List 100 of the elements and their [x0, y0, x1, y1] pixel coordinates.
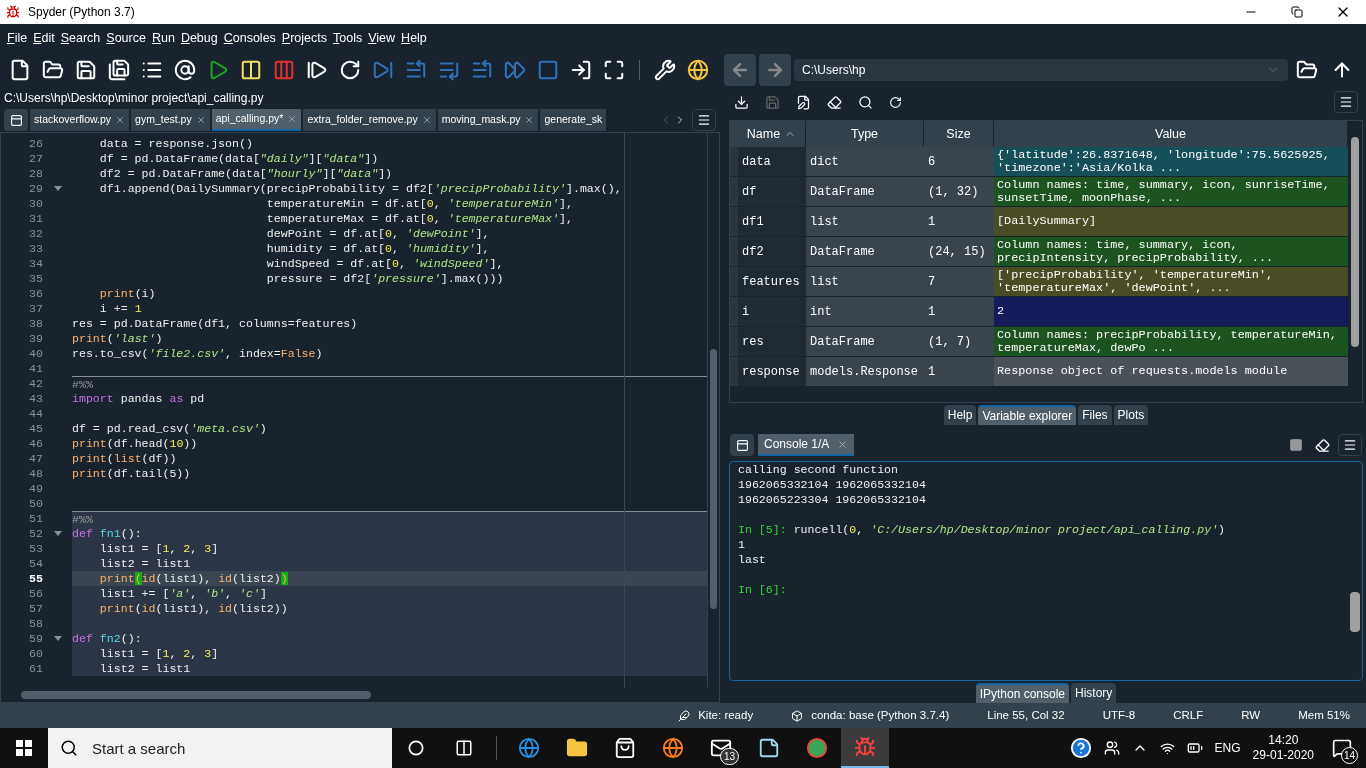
- pane-tab[interactable]: Files: [1078, 405, 1112, 425]
- clock-date[interactable]: 29-01-2020: [1252, 748, 1314, 763]
- line-number: 50: [28, 496, 43, 511]
- options-menu-button[interactable]: [1338, 434, 1362, 456]
- console-line: 1: [738, 538, 745, 551]
- eraser-icon[interactable]: [1315, 437, 1330, 453]
- line-number: 35: [28, 271, 43, 286]
- eraser-icon[interactable]: [827, 94, 842, 110]
- line-number: 61: [28, 661, 43, 676]
- run-selection-icon[interactable]: [306, 59, 328, 81]
- menu-item[interactable]: Search: [57, 28, 104, 48]
- open-folder-icon[interactable]: [1296, 59, 1318, 81]
- menu-item[interactable]: Tools: [330, 28, 366, 48]
- line-number: 51: [28, 511, 43, 526]
- line-number: 29: [28, 181, 43, 196]
- editor-tab[interactable]: gym_test.py: [131, 109, 210, 131]
- browse-tabs-button[interactable]: [4, 109, 28, 131]
- line-number: 36: [28, 286, 43, 301]
- scrollbar-thumb[interactable]: [21, 691, 371, 699]
- table-cell: (24, 15): [924, 237, 994, 266]
- fold-arrow-icon[interactable]: [53, 636, 62, 641]
- close-icon[interactable]: [115, 115, 126, 125]
- forward-button[interactable]: [759, 54, 791, 86]
- console-line: 1962065332104 1962065332104: [738, 478, 926, 491]
- menu-item[interactable]: Source: [103, 28, 149, 48]
- table-cell: (1, 32): [924, 177, 994, 206]
- table-cell: list: [806, 207, 924, 236]
- people-icon[interactable]: [1103, 740, 1120, 756]
- at-sign-icon[interactable]: [174, 59, 196, 81]
- import-data-icon[interactable]: [734, 94, 749, 110]
- close-icon[interactable]: [421, 115, 432, 125]
- line-number: 33: [28, 241, 43, 256]
- menu-item[interactable]: File: [4, 28, 31, 48]
- battery-icon[interactable]: [1186, 740, 1203, 756]
- open-folder-icon[interactable]: [42, 59, 64, 81]
- scrollbar-thumb[interactable]: [1350, 592, 1360, 632]
- code-line: df = pd.DataFrame(data["daily"]["data"]): [98, 151, 380, 166]
- save-all-icon[interactable]: [108, 59, 130, 81]
- pane-tab[interactable]: Variable explorer: [978, 405, 1077, 425]
- rerun-icon[interactable]: [339, 59, 361, 81]
- menu-icon: [1343, 438, 1357, 452]
- pane-tab[interactable]: Plots: [1113, 405, 1149, 425]
- menu-item[interactable]: Edit: [30, 28, 58, 48]
- close-icon[interactable]: [524, 115, 535, 125]
- stop-icon[interactable]: [537, 59, 559, 81]
- line-number: 26: [28, 136, 43, 151]
- search-icon[interactable]: [858, 94, 873, 110]
- editor-tab[interactable]: generate_sk: [540, 109, 607, 131]
- search-field[interactable]: Start a search: [48, 728, 392, 768]
- vertical-scrollbar[interactable]: [707, 133, 719, 688]
- line-number: 55: [28, 571, 43, 586]
- table-cell: Column names: time, summary, icon, sunriseTime, sunsetTime, moonPhase, ...: [994, 177, 1348, 206]
- line-number: 52: [28, 526, 43, 541]
- help-icon[interactable]: [1069, 737, 1092, 759]
- menu-item[interactable]: Projects: [278, 28, 331, 48]
- menu-item[interactable]: Help: [398, 28, 430, 48]
- pane-tab[interactable]: IPython console: [975, 683, 1069, 703]
- pane-tab[interactable]: Help: [943, 405, 977, 425]
- options-menu-button[interactable]: [692, 109, 716, 131]
- table-cell: models.Response: [806, 357, 924, 386]
- editor-tab[interactable]: moving_mask.py: [437, 109, 539, 131]
- language-indicator[interactable]: ENG: [1214, 739, 1241, 757]
- browse-tabs-button[interactable]: [730, 434, 754, 456]
- options-menu-button[interactable]: [1334, 91, 1358, 113]
- line-number: 31: [28, 211, 43, 226]
- menu-icon: [1339, 95, 1353, 109]
- scrollbar-thumb[interactable]: [1351, 137, 1359, 347]
- search-icon: [60, 739, 78, 757]
- menu-item[interactable]: Run: [148, 28, 178, 48]
- fullscreen-icon[interactable]: [603, 59, 625, 81]
- close-icon[interactable]: [837, 438, 849, 450]
- line-number: 37: [28, 301, 43, 316]
- back-button[interactable]: [724, 54, 756, 86]
- pane-tab[interactable]: History: [1071, 683, 1117, 703]
- stop-icon[interactable]: [1289, 438, 1303, 452]
- clock-time[interactable]: 14:20: [1268, 733, 1299, 748]
- fold-arrow-icon[interactable]: [53, 186, 62, 191]
- settings-icon[interactable]: [654, 59, 676, 81]
- status-item: CRLF: [1173, 707, 1204, 723]
- wifi-icon[interactable]: [1159, 740, 1175, 756]
- directory-combo-box[interactable]: C:\Users\hp: [794, 59, 1288, 81]
- new-file-icon[interactable]: [9, 59, 31, 81]
- editor-tab[interactable]: api_calling.py*: [211, 109, 302, 131]
- menu-item[interactable]: View: [365, 28, 399, 48]
- menu-item[interactable]: Consoles: [220, 28, 279, 48]
- editor-tab[interactable]: stackoverflow.py: [30, 109, 130, 131]
- table-cell: 6: [924, 147, 994, 176]
- close-icon[interactable]: [195, 115, 206, 125]
- refresh-icon[interactable]: [889, 95, 902, 109]
- fold-arrow-icon[interactable]: [53, 531, 62, 536]
- status-item: UTF-8: [1102, 707, 1136, 723]
- table-cell: df2: [738, 237, 806, 266]
- code-line: windSpeed = df.at[0, 'windSpeed'],: [265, 256, 505, 271]
- line-number: 34: [28, 256, 43, 271]
- taskbar-app[interactable]: 13: [697, 728, 745, 768]
- console-tab[interactable]: Console 1/A: [758, 434, 855, 456]
- editor-tab[interactable]: extra_folder_remove.py: [303, 109, 436, 131]
- scrollbar-thumb[interactable]: [710, 349, 717, 609]
- save-as-icon[interactable]: [796, 94, 811, 110]
- menu-item[interactable]: Debug: [177, 28, 221, 48]
